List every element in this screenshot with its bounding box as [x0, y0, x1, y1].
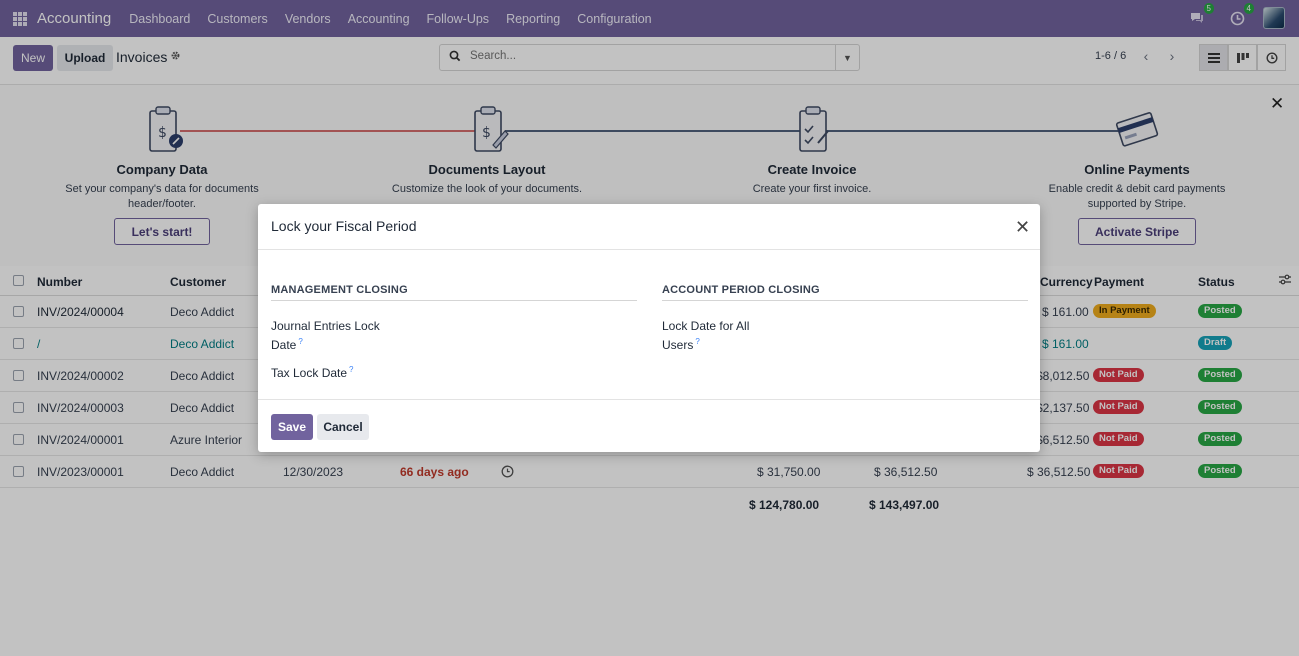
- dialog-footer: Save Cancel: [258, 399, 1040, 452]
- help-icon[interactable]: ?: [298, 337, 302, 346]
- journal-label-line-2: Date: [271, 338, 297, 352]
- lock-label-line-2: Users: [662, 338, 694, 352]
- help-icon[interactable]: ?: [349, 365, 353, 374]
- close-icon[interactable]: ✕: [1015, 217, 1030, 238]
- save-button[interactable]: Save: [271, 414, 313, 440]
- help-icon[interactable]: ?: [695, 337, 699, 346]
- tax-lock-date-label: Tax Lock Date?: [271, 362, 354, 381]
- lock-fiscal-period-dialog: Lock your Fiscal Period ✕ MANAGEMENT CLO…: [258, 204, 1040, 452]
- dialog-title: Lock your Fiscal Period: [271, 218, 417, 234]
- lock-label-line-1: Lock Date for All: [662, 319, 750, 333]
- journal-label-line-1: Journal Entries Lock: [271, 319, 380, 333]
- management-closing-heading: MANAGEMENT CLOSING: [271, 284, 637, 301]
- account-period-closing-heading: ACCOUNT PERIOD CLOSING: [662, 284, 1028, 301]
- cancel-button[interactable]: Cancel: [317, 414, 369, 440]
- tax-label-text: Tax Lock Date: [271, 366, 348, 380]
- journal-entries-lock-date-label: Journal Entries Lock Date?: [271, 318, 380, 353]
- dialog-header: Lock your Fiscal Period ✕: [258, 204, 1040, 250]
- lock-date-all-users-label: Lock Date for All Users?: [662, 318, 749, 353]
